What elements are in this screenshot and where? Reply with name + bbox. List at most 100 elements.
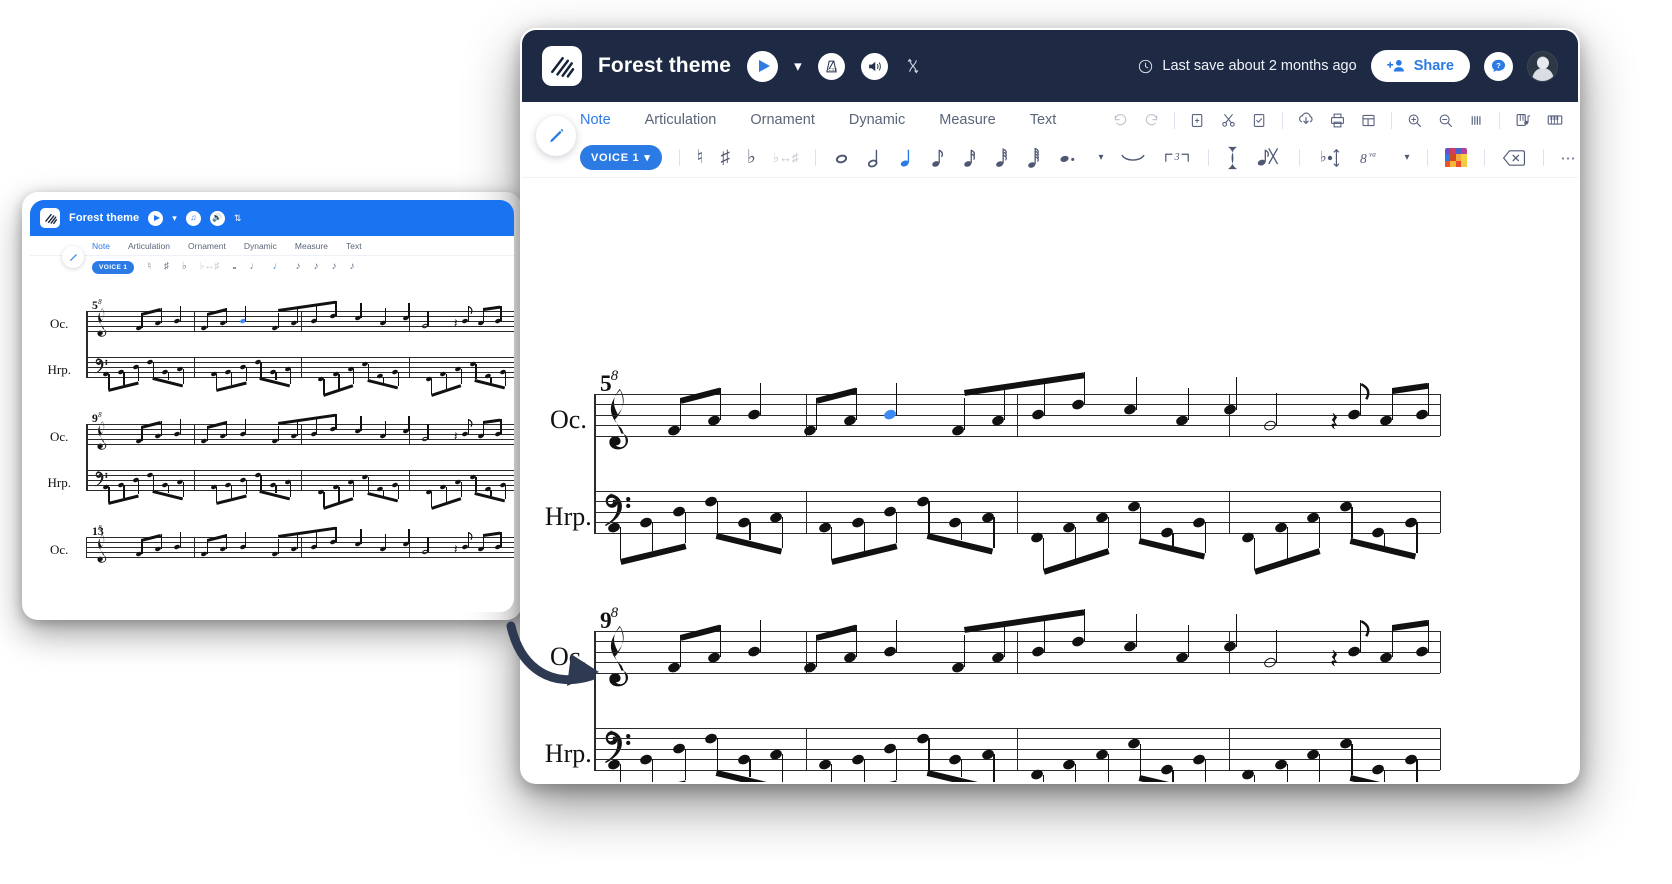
- tab-dynamic[interactable]: Dynamic: [849, 112, 905, 128]
- midi-instrument-icon[interactable]: [1514, 111, 1532, 129]
- app-logo-icon[interactable]: [542, 46, 582, 86]
- print-icon[interactable]: [1329, 112, 1346, 129]
- rest-icon[interactable]: [1226, 145, 1239, 171]
- half-note-icon[interactable]: [867, 147, 882, 169]
- metronome-icon[interactable]: C12: [817, 52, 845, 80]
- enharmonic-toggle-icon[interactable]: ♭↔♯: [773, 150, 799, 166]
- sixteenth-note-icon[interactable]: ♪: [313, 262, 318, 272]
- more-options-icon[interactable]: ⋯: [1561, 149, 1578, 167]
- tab-articulation[interactable]: Articulation: [645, 112, 717, 128]
- natural-accidental-icon[interactable]: ♮: [697, 146, 704, 169]
- paste-icon[interactable]: [1251, 112, 1268, 129]
- tie-icon[interactable]: [1120, 152, 1146, 164]
- back-score-canvas[interactable]: 5 Oc. 8 𝄽 Hrp. 9 Oc. 8 𝄽 Hrp. 13 Oc. 8 𝄽: [30, 278, 514, 612]
- play-icon[interactable]: [148, 210, 164, 226]
- back-note-toolbar[interactable]: VOICE 1 ♮ ♯ ♭ ♭↔♯ 𝅝 ♩ ♩ ♪ ♪ ♪ ♪: [30, 246, 514, 278]
- edit-toolbar[interactable]: [1112, 111, 1578, 129]
- piano-keyboard-icon[interactable]: [1546, 111, 1564, 129]
- flat-accidental-icon[interactable]: ♭: [182, 262, 187, 272]
- transpose-octave-icon[interactable]: ♭: [1317, 147, 1343, 169]
- sixtyfourth-note-icon[interactable]: [1027, 146, 1042, 170]
- pencil-icon[interactable]: [536, 116, 576, 156]
- rest[interactable]: 𝄽: [1330, 646, 1338, 673]
- tab-measure[interactable]: Measure: [939, 112, 995, 128]
- staff-line: [86, 357, 514, 358]
- tab-text[interactable]: Text: [1030, 112, 1057, 128]
- chevron-down-icon[interactable]: ▾: [172, 213, 177, 224]
- tab-note[interactable]: Note: [92, 241, 110, 251]
- eighth-note-icon[interactable]: ♪: [295, 262, 300, 272]
- eighth-note-icon[interactable]: [931, 147, 946, 169]
- barline: [1017, 491, 1018, 533]
- tab-ornament[interactable]: Ornament: [188, 241, 226, 251]
- background-editor-window[interactable]: Forest theme ▾ ♫ 🔊 ⇅ Note Articulation O…: [30, 200, 514, 612]
- note-stem: [1042, 774, 1044, 782]
- tab-dynamic[interactable]: Dynamic: [244, 241, 277, 251]
- sharp-accidental-icon[interactable]: ♯: [720, 147, 730, 169]
- sixteenth-note-icon[interactable]: [963, 147, 978, 169]
- loop-icon[interactable]: [904, 57, 922, 75]
- ottava-dropdown-icon[interactable]: ▾: [1404, 152, 1409, 163]
- play-icon[interactable]: [747, 50, 779, 82]
- note-stem: [290, 482, 292, 497]
- quarter-note-icon[interactable]: [899, 147, 914, 169]
- zoom-in-icon[interactable]: [1406, 112, 1423, 129]
- back-tab-bar[interactable]: Note Articulation Ornament Dynamic Measu…: [30, 236, 514, 256]
- palette-swatch[interactable]: [1461, 147, 1467, 155]
- volume-icon[interactable]: [860, 52, 888, 80]
- add-page-icon[interactable]: [1189, 112, 1206, 129]
- note-entry-toolbar[interactable]: VOICE 1 ▾ ♮ ♯ ♭ ♭↔♯ ▾ 3 ♭ 8 va ▾ ⋯: [522, 138, 1578, 178]
- tab-articulation[interactable]: Articulation: [128, 241, 170, 251]
- palette-swatch[interactable]: [1461, 160, 1467, 168]
- pencil-icon[interactable]: [62, 246, 84, 268]
- flat-accidental-icon[interactable]: ♭: [747, 146, 756, 169]
- volume-icon[interactable]: 🔊: [209, 210, 225, 226]
- dot-dropdown-icon[interactable]: ▾: [1098, 152, 1103, 163]
- user-avatar[interactable]: [1527, 50, 1558, 82]
- download-icon[interactable]: [1297, 111, 1315, 129]
- sixtyfourth-note-icon[interactable]: ♪: [349, 262, 354, 272]
- thirtysecond-note-icon[interactable]: [995, 146, 1010, 169]
- svg-text:va: va: [1369, 151, 1376, 159]
- help-question-icon[interactable]: ?: [1484, 51, 1513, 81]
- app-logo-icon[interactable]: [40, 208, 60, 228]
- color-palette-icon[interactable]: [1444, 147, 1467, 168]
- palette-swatch[interactable]: [1461, 154, 1467, 161]
- rest[interactable]: 𝄽: [454, 543, 458, 557]
- half-note-icon[interactable]: ♩: [249, 262, 259, 272]
- tuplet-cut-icon[interactable]: [1256, 146, 1282, 170]
- score-canvas[interactable]: 5Oc.8𝄽Hrp.9Oc.8𝄽Hrp.13Oc.8𝄽: [522, 178, 1578, 782]
- tab-note[interactable]: Note: [580, 112, 611, 128]
- whole-note-icon[interactable]: [833, 149, 850, 167]
- loop-icon[interactable]: ⇅: [234, 213, 242, 224]
- quarter-note-icon[interactable]: ♩: [272, 262, 282, 272]
- ottava-8va-icon[interactable]: 8 va: [1360, 149, 1387, 166]
- augmentation-dot-icon[interactable]: [1059, 151, 1081, 165]
- sharp-accidental-icon[interactable]: ♯: [164, 262, 169, 272]
- front-tab-bar[interactable]: Note Articulation Ornament Dynamic Measu…: [522, 102, 1578, 156]
- undo-icon[interactable]: [1112, 112, 1129, 129]
- delete-backspace-icon[interactable]: [1502, 149, 1526, 167]
- chevron-down-icon[interactable]: ▾: [794, 59, 802, 74]
- rest[interactable]: 𝄽: [1330, 409, 1338, 436]
- redo-icon[interactable]: [1143, 112, 1160, 129]
- main-editor-window[interactable]: Forest theme ▾ C12 Last save about 2 mon…: [522, 30, 1578, 782]
- barlines-icon[interactable]: [1468, 112, 1485, 129]
- voice-selector[interactable]: VOICE 1 ▾: [580, 145, 662, 170]
- rest[interactable]: 𝄽: [454, 430, 458, 444]
- tab-measure[interactable]: Measure: [295, 241, 328, 251]
- metronome-icon[interactable]: ♫: [185, 210, 201, 226]
- natural-accidental-icon[interactable]: ♮: [147, 262, 151, 272]
- enharmonic-toggle-icon[interactable]: ♭↔♯: [200, 262, 220, 272]
- triplet-icon[interactable]: 3: [1163, 150, 1191, 165]
- share-button[interactable]: Share: [1370, 50, 1470, 82]
- page-layout-icon[interactable]: [1360, 112, 1377, 129]
- thirtysecond-note-icon[interactable]: ♪: [331, 262, 336, 272]
- voice-selector[interactable]: VOICE 1: [92, 260, 135, 274]
- zoom-out-icon[interactable]: [1437, 112, 1454, 129]
- cut-icon[interactable]: [1220, 112, 1237, 129]
- tab-ornament[interactable]: Ornament: [750, 112, 814, 128]
- tab-text[interactable]: Text: [346, 241, 362, 251]
- whole-note-icon[interactable]: 𝅝: [232, 262, 236, 272]
- rest[interactable]: 𝄽: [454, 317, 458, 331]
